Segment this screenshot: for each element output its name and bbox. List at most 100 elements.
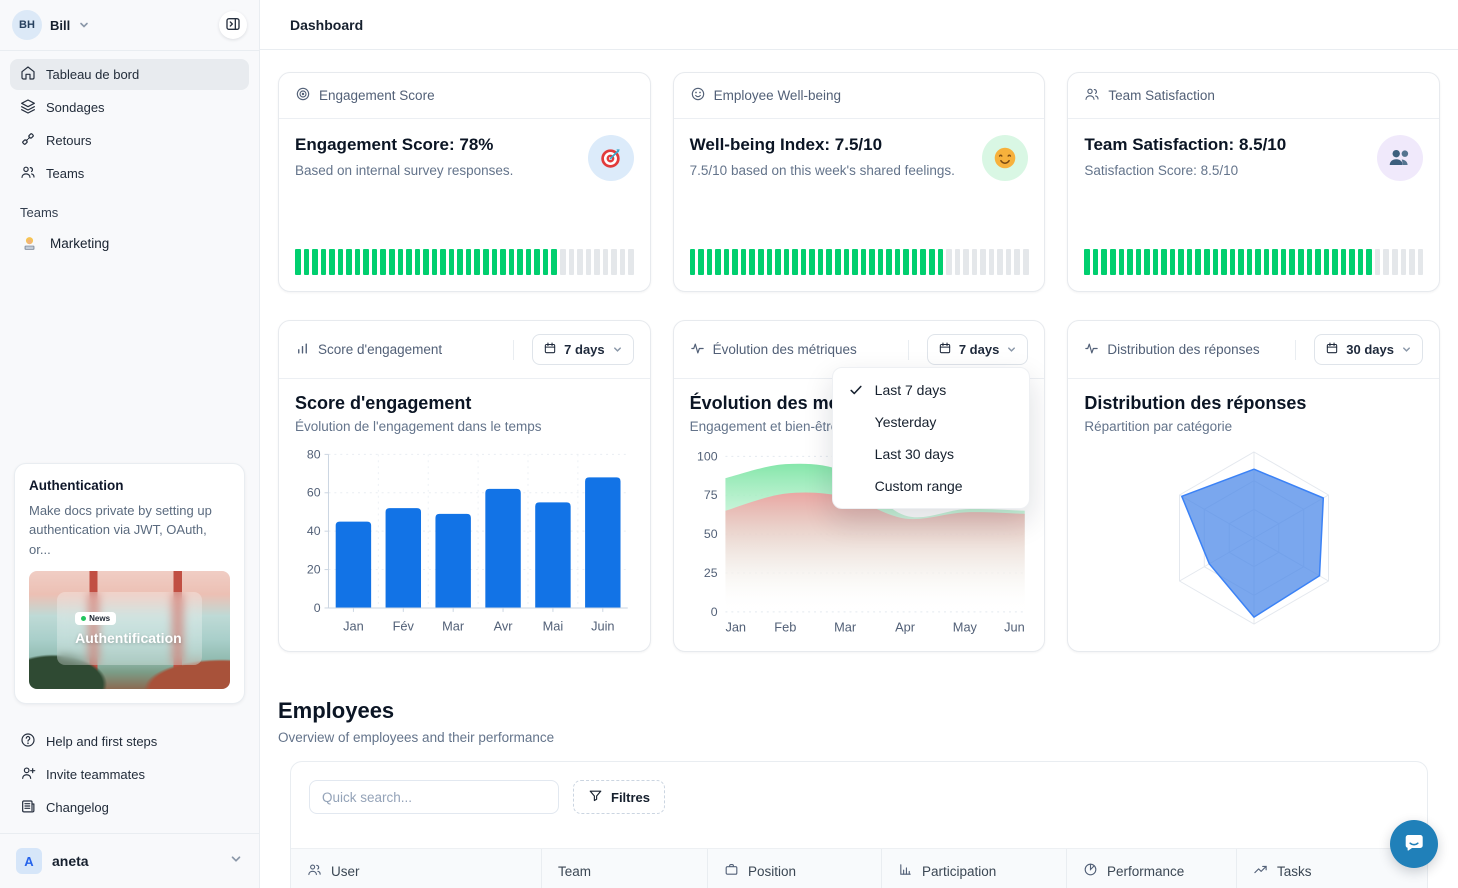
distribution-radar-chart xyxy=(1084,440,1423,643)
divider xyxy=(1295,340,1296,360)
svg-text:25: 25 xyxy=(704,565,718,579)
user-name[interactable]: Bill xyxy=(50,18,70,33)
svg-text:75: 75 xyxy=(704,488,718,502)
svg-text:Feb: Feb xyxy=(774,619,796,634)
sidebar-item-label: Help and first steps xyxy=(46,734,157,749)
trending-up-icon xyxy=(1253,862,1268,880)
card-body: Distribution des réponses Répartition pa… xyxy=(1068,379,1439,651)
chart-title: Score d'engagement xyxy=(295,393,634,414)
filters-button[interactable]: Filtres xyxy=(573,780,665,814)
technologist-emoji xyxy=(20,234,38,252)
employees-table-card: Filtres User Team xyxy=(290,761,1428,888)
sidebar-item-tableau-de-bord[interactable]: Tableau de bord xyxy=(10,59,249,90)
check-icon xyxy=(847,383,865,397)
sidebar-user-row: BH Bill xyxy=(0,0,259,50)
card-header-label: Employee Well-being xyxy=(714,88,1029,103)
chevron-down-icon xyxy=(612,344,623,355)
chevron-down-icon xyxy=(229,852,243,871)
panel-collapse-icon xyxy=(225,16,241,35)
page-title: Dashboard xyxy=(290,17,363,33)
activity-icon xyxy=(1084,341,1099,359)
svg-text:50: 50 xyxy=(704,527,718,541)
stat-description: Satisfaction Score: 8.5/10 xyxy=(1084,163,1365,178)
stat-title: Engagement Score: 78% xyxy=(295,135,576,155)
promo-description: Make docs private by setting up authenti… xyxy=(29,501,230,560)
plug-icon xyxy=(20,131,36,150)
range-dropdown-menu: Last 7 days Yesterday Last 30 days Custo… xyxy=(832,367,1030,509)
card-engagement-score: Engagement Score Engagement Score: 78% B… xyxy=(278,72,651,292)
svg-text:0: 0 xyxy=(314,600,321,614)
search-input[interactable] xyxy=(309,780,559,814)
svg-text:40: 40 xyxy=(307,524,321,538)
svg-text:Juin: Juin xyxy=(591,618,614,633)
card-distribution-reponses: Distribution des réponses 30 days xyxy=(1067,320,1440,652)
table-header-row: User Team Position xyxy=(291,848,1427,888)
column-header-user: User xyxy=(291,849,541,888)
pie-chart-icon xyxy=(1083,862,1098,880)
users-icon xyxy=(20,164,36,183)
main-area: Dashboard Engagement Score Engagem xyxy=(260,0,1458,888)
sidebar-item-label: Changelog xyxy=(46,800,109,815)
menu-item-custom-range[interactable]: Custom range xyxy=(833,470,1029,502)
workspace-switcher[interactable]: A aneta xyxy=(0,834,259,888)
chevron-down-icon[interactable] xyxy=(78,19,90,31)
sidebar-item-label: Invite teammates xyxy=(46,767,145,782)
workspace-name: aneta xyxy=(52,853,89,869)
menu-item-last-7-days[interactable]: Last 7 days xyxy=(833,374,1029,406)
card-header: Team Satisfaction xyxy=(1068,73,1439,119)
sidebar-item-sondages[interactable]: Sondages xyxy=(10,92,249,123)
svg-text:100: 100 xyxy=(697,449,718,463)
target-icon xyxy=(295,86,311,105)
card-score-engagement: Score d'engagement 7 days xyxy=(278,320,651,652)
menu-item-yesterday[interactable]: Yesterday xyxy=(833,406,1029,438)
svg-text:May: May xyxy=(952,619,977,634)
promo-card-authentication[interactable]: Authentication Make docs private by sett… xyxy=(14,463,245,705)
range-select-button[interactable]: 7 days xyxy=(927,334,1028,365)
news-badge: News xyxy=(75,612,116,625)
column-header-team: Team xyxy=(541,849,707,888)
sidebar-item-help[interactable]: Help and first steps xyxy=(10,726,249,757)
menu-item-last-30-days[interactable]: Last 30 days xyxy=(833,438,1029,470)
green-dot-icon xyxy=(81,616,86,621)
user-avatar[interactable]: BH xyxy=(12,10,42,40)
team-item-label: Marketing xyxy=(50,236,109,251)
busts-in-silhouette-emoji xyxy=(1377,135,1423,181)
app-root: BH Bill Tableau de bord xyxy=(0,0,1458,888)
sidebar-item-retours[interactable]: Retours xyxy=(10,125,249,156)
sidebar-nav: Tableau de bord Sondages Retours Teams xyxy=(0,51,259,191)
smile-icon xyxy=(690,86,706,105)
employees-title: Employees xyxy=(278,698,1440,724)
card-header-label: Distribution des réponses xyxy=(1107,342,1287,357)
svg-text:80: 80 xyxy=(307,447,321,461)
chat-widget-button[interactable] xyxy=(1390,820,1438,868)
promo-title: Authentication xyxy=(29,478,230,493)
range-select-button[interactable]: 7 days xyxy=(532,334,633,365)
sidebar-item-changelog[interactable]: Changelog xyxy=(10,792,249,823)
sidebar-team-marketing[interactable]: Marketing xyxy=(0,226,259,260)
promo-image: News Authentification xyxy=(29,571,230,689)
collapse-sidebar-button[interactable] xyxy=(219,11,247,39)
card-header-label: Évolution des métriques xyxy=(713,342,900,357)
calendar-icon xyxy=(543,341,557,358)
chart-cards-row: Score d'engagement 7 days xyxy=(278,320,1440,652)
stat-description: 7.5/10 based on this week's shared feeli… xyxy=(690,163,971,178)
workspace-avatar: A xyxy=(16,848,42,874)
stat-title: Team Satisfaction: 8.5/10 xyxy=(1084,135,1365,155)
sidebar-item-teams[interactable]: Teams xyxy=(10,158,249,189)
svg-text:Avr: Avr xyxy=(494,618,514,633)
chart-title: Distribution des réponses xyxy=(1084,393,1423,414)
sidebar-item-label: Teams xyxy=(46,166,84,181)
content: Engagement Score Engagement Score: 78% B… xyxy=(260,50,1458,888)
newspaper-icon xyxy=(20,798,36,817)
svg-text:Mar: Mar xyxy=(834,619,857,634)
funnel-icon xyxy=(588,788,603,806)
range-select-button[interactable]: 30 days xyxy=(1314,334,1423,365)
sidebar-item-invite[interactable]: Invite teammates xyxy=(10,759,249,790)
sidebar-section-teams: Teams xyxy=(0,191,259,226)
engagement-progress-bar xyxy=(295,249,634,275)
column-header-performance: Performance xyxy=(1066,849,1236,888)
sidebar-item-label: Retours xyxy=(46,133,92,148)
svg-text:Jan: Jan xyxy=(725,619,746,634)
calendar-icon xyxy=(938,341,952,358)
bar-chart-icon xyxy=(295,341,310,359)
